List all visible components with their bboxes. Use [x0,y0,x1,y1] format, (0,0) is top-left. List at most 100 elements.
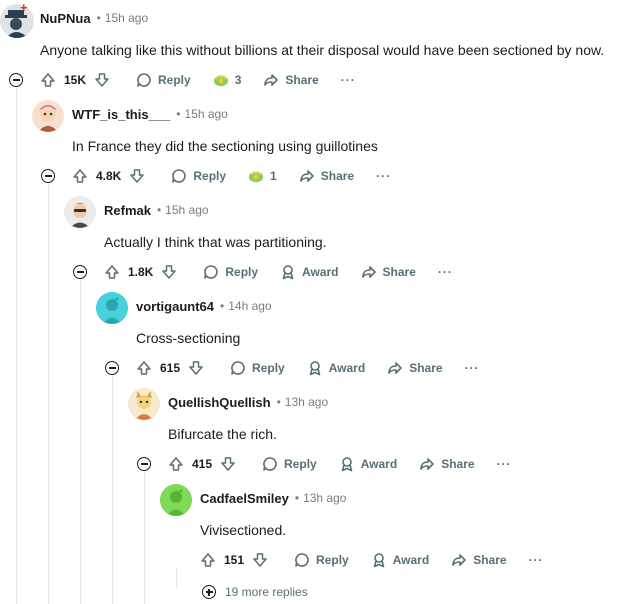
share-label: Share [382,265,416,279]
upvote-icon[interactable] [136,360,152,376]
action-bar: 151 Reply Award Share ··· [200,548,544,572]
share-button[interactable]: Share [387,360,443,376]
avatar[interactable] [160,484,192,516]
reply-label: Reply [225,265,259,279]
reply-button[interactable]: Reply [262,456,317,472]
expand-icon [202,585,216,599]
separator-dot: • [96,11,101,25]
avatar[interactable] [0,4,34,38]
downvote-icon[interactable] [129,168,145,184]
avatar[interactable] [128,388,160,420]
reply-button[interactable]: Reply [230,360,285,376]
share-icon [452,554,466,566]
award-button[interactable]: Award [280,264,339,280]
more-options-icon[interactable]: ··· [341,73,356,87]
reply-label: Reply [252,361,285,375]
comment-header: QuellishQuellish • 13h ago [168,390,328,414]
downvote-icon[interactable] [252,552,268,568]
more-replies-label: 19 more replies [225,585,308,599]
downvote-icon[interactable] [161,264,177,280]
award-button[interactable]: 1 [248,168,277,184]
award-button[interactable]: Award [307,360,365,376]
downvote-icon[interactable] [188,360,204,376]
award-count: 1 [270,169,277,183]
vote-count: 4.8K [96,169,122,183]
comment-text: Cross-sectioning [136,330,241,346]
action-bar: 1.8K Reply Award Share ··· [104,260,453,284]
timestamp[interactable]: 15h ago [184,107,227,121]
plus-icon: + [20,0,28,15]
share-button[interactable]: Share [361,264,416,280]
thread-line [112,376,113,604]
share-icon [361,266,376,278]
timestamp[interactable]: 13h ago [285,395,328,409]
reply-label: Reply [193,169,227,183]
downvote-icon[interactable] [220,456,236,472]
avatar[interactable] [64,196,96,228]
more-options-icon[interactable]: ··· [497,457,512,471]
timestamp[interactable]: 13h ago [303,491,346,505]
reply-label: Reply [316,553,349,567]
author-name[interactable]: QuellishQuellish [168,395,271,410]
comment-text: Bifurcate the rich. [168,426,277,442]
share-label: Share [473,553,507,567]
collapse-icon[interactable] [105,361,119,375]
award-button[interactable]: 3 [213,72,242,88]
award-label: Award [392,553,430,567]
author-name[interactable]: WTF_is_this___ [72,107,170,122]
more-options-icon[interactable]: ··· [438,265,453,279]
author-name[interactable]: Refmak [104,203,151,218]
upvote-icon[interactable] [104,264,120,280]
timestamp[interactable]: 15h ago [105,11,148,25]
collapse-icon[interactable] [137,457,151,471]
downvote-icon[interactable] [94,72,110,88]
award-button[interactable]: Award [339,456,397,472]
more-options-icon[interactable]: ··· [465,361,480,375]
more-replies-button[interactable]: 19 more replies [202,585,308,599]
upvote-icon[interactable] [72,168,88,184]
author-name[interactable]: vortigaunt64 [136,299,214,314]
reply-button[interactable]: Reply [171,168,226,184]
award-icon [373,553,385,568]
award-label: Award [360,457,398,471]
comment-bubble-icon [295,553,309,567]
more-options-icon[interactable]: ··· [529,553,544,567]
award-icon [309,361,321,376]
award-icon [248,171,264,183]
reply-button[interactable]: Reply [203,264,258,280]
award-count: 3 [234,73,242,87]
author-name[interactable]: NuPNua [40,11,91,26]
thread-line [144,472,145,604]
award-icon [341,457,353,472]
vote-group: 1.8K [104,264,177,280]
share-label: Share [409,361,443,375]
upvote-icon[interactable] [168,456,184,472]
vote-count: 15K [64,73,87,87]
more-options-icon[interactable]: ··· [376,169,391,183]
vote-group: 15K [40,72,110,88]
share-button[interactable]: Share [419,456,475,472]
reply-button[interactable]: Reply [294,552,349,568]
author-name[interactable]: CadfaelSmiley [200,491,289,506]
avatar[interactable] [32,100,64,132]
reply-button[interactable]: Reply [136,72,191,88]
share-button[interactable]: Share [299,168,354,184]
timestamp[interactable]: 14h ago [228,299,271,313]
reply-label: Reply [158,73,191,87]
comment-bubble-icon [231,361,245,375]
share-icon [264,74,279,86]
share-button[interactable]: Share [451,552,507,568]
share-icon [299,170,314,182]
comment-bubble-icon [204,265,219,279]
collapse-icon[interactable] [73,265,87,279]
avatar[interactable] [96,292,128,324]
vote-count: 415 [192,457,213,471]
award-button[interactable]: Award [371,552,429,568]
upvote-icon[interactable] [40,72,56,88]
share-button[interactable]: Share [263,72,319,88]
collapse-icon[interactable] [41,169,55,183]
timestamp[interactable]: 15h ago [165,203,208,217]
upvote-icon[interactable] [200,552,216,568]
collapse-icon[interactable] [9,73,23,87]
share-label: Share [320,169,355,183]
